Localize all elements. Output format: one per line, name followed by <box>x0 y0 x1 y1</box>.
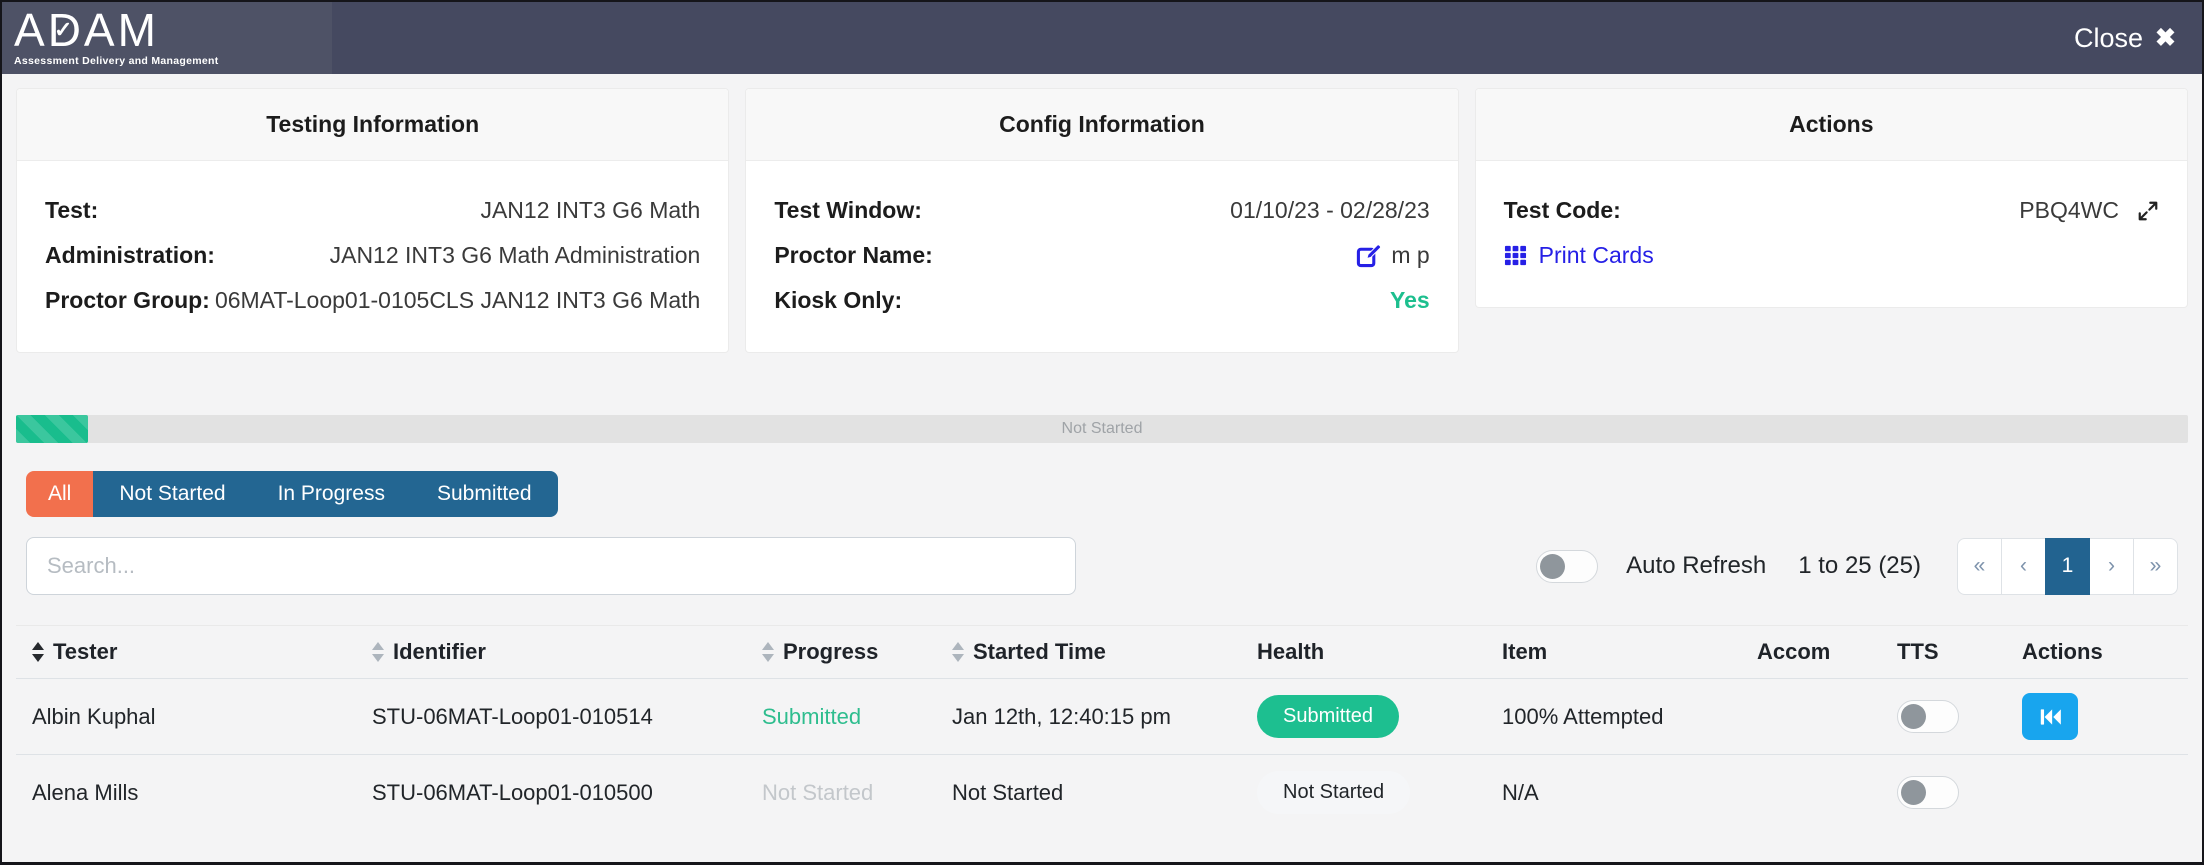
close-button[interactable]: Close ✖ <box>2074 23 2176 54</box>
test-code-value: PBQ4WC <box>2019 197 2119 224</box>
sort-icon-identifier[interactable] <box>372 642 384 662</box>
proctor-group-value: 06MAT-Loop01-0105CLS JAN12 INT3 G6 Math <box>215 287 700 314</box>
tts-toggle[interactable] <box>1897 776 1959 809</box>
tts-toggle[interactable] <box>1897 700 1959 733</box>
status-filter-tabs: All Not Started In Progress Submitted <box>26 471 558 517</box>
column-header-item: Item <box>1486 639 1741 665</box>
administration-value: JAN12 INT3 G6 Math Administration <box>330 242 701 269</box>
pagination: « ‹ 1 › » <box>1957 538 2178 595</box>
rewind-action-button[interactable] <box>2022 693 2078 740</box>
proctor-group-label: Proctor Group: <box>45 287 210 314</box>
pagination-page-1-button[interactable]: 1 <box>2045 538 2090 595</box>
pagination-range-label: 1 to 25 (25) <box>1798 552 1921 580</box>
table-row: Alena Mills STU-06MAT-Loop01-010500 Not … <box>16 754 2188 830</box>
administration-row: Administration: JAN12 INT3 G6 Math Admin… <box>45 242 700 269</box>
kiosk-only-label: Kiosk Only: <box>774 287 902 314</box>
test-window-value: 01/10/23 - 02/28/23 <box>1230 197 1430 224</box>
proctor-group-row: Proctor Group: 06MAT-Loop01-0105CLS JAN1… <box>45 287 700 314</box>
pagination-prev-button[interactable]: ‹ <box>2001 538 2046 595</box>
tab-all[interactable]: All <box>26 471 93 517</box>
adam-logo-title: AD✓AM <box>14 7 320 53</box>
adam-logo: AD✓AM Assessment Delivery and Management <box>2 2 332 74</box>
actions-card: Actions Test Code: PBQ4WC Print Cards <box>1475 88 2188 308</box>
actions-title: Actions <box>1476 89 2187 161</box>
logo-letter-a: A <box>14 4 48 56</box>
test-code-label: Test Code: <box>1504 197 1621 224</box>
health-badge: Not Started <box>1257 771 1410 814</box>
column-header-progress[interactable]: Progress <box>746 639 936 665</box>
started-time: Jan 12th, 12:40:15 pm <box>936 704 1241 730</box>
kiosk-only-row: Kiosk Only: Yes <box>774 287 1429 314</box>
progress-bar-label: Not Started <box>16 415 2188 443</box>
test-window-row: Test Window: 01/10/23 - 02/28/23 <box>774 197 1429 224</box>
tab-in-progress[interactable]: In Progress <box>252 471 411 517</box>
pagination-first-button[interactable]: « <box>1957 538 2002 595</box>
print-cards-row: Print Cards <box>1504 242 2159 269</box>
pagination-next-button[interactable]: › <box>2089 538 2134 595</box>
proctor-name-label: Proctor Name: <box>774 242 932 269</box>
table-row: Albin Kuphal STU-06MAT-Loop01-010514 Sub… <box>16 678 2188 754</box>
column-header-identifier[interactable]: Identifier <box>356 639 746 665</box>
status-progress-bar: Not Started <box>16 415 2188 443</box>
auto-refresh-label: Auto Refresh <box>1626 552 1766 580</box>
column-header-tester[interactable]: Tester <box>16 639 356 665</box>
column-header-tts: TTS <box>1881 639 2006 665</box>
proctor-name-row: Proctor Name: m p <box>774 242 1429 269</box>
logo-letter-d: D✓ <box>48 7 84 53</box>
tab-not-started[interactable]: Not Started <box>93 471 251 517</box>
pagination-last-button[interactable]: » <box>2133 538 2178 595</box>
sort-icon-progress[interactable] <box>762 642 774 662</box>
table-toolbar: Auto Refresh 1 to 25 (25) « ‹ 1 › » <box>26 537 2178 595</box>
adam-logo-subtitle: Assessment Delivery and Management <box>14 55 320 67</box>
tester-name: Alena Mills <box>16 780 356 806</box>
testing-information-title: Testing Information <box>17 89 728 161</box>
kiosk-only-value: Yes <box>1390 287 1430 314</box>
tester-name: Albin Kuphal <box>16 704 356 730</box>
testers-table: Tester Identifier Progress Started Time … <box>16 625 2188 830</box>
sort-icon-started-time[interactable] <box>952 642 964 662</box>
app-header: AD✓AM Assessment Delivery and Management… <box>2 2 2202 74</box>
column-header-actions: Actions <box>2006 639 2188 665</box>
column-header-started-time[interactable]: Started Time <box>936 639 1241 665</box>
item-progress: N/A <box>1486 780 1741 806</box>
column-header-accom: Accom <box>1741 639 1881 665</box>
print-cards-link[interactable]: Print Cards <box>1504 242 1654 269</box>
administration-label: Administration: <box>45 242 215 269</box>
close-label: Close <box>2074 23 2143 54</box>
progress-status: Not Started <box>746 780 936 806</box>
test-label: Test: <box>45 197 98 224</box>
close-x-icon: ✖ <box>2155 23 2176 53</box>
config-information-card: Config Information Test Window: 01/10/23… <box>745 88 1458 353</box>
table-header-row: Tester Identifier Progress Started Time … <box>16 626 2188 678</box>
item-progress: 100% Attempted <box>1486 704 1741 730</box>
test-row: Test: JAN12 INT3 G6 Math <box>45 197 700 224</box>
print-cards-label: Print Cards <box>1539 242 1654 269</box>
auto-refresh-toggle[interactable] <box>1536 550 1598 583</box>
info-cards-row: Testing Information Test: JAN12 INT3 G6 … <box>16 88 2188 353</box>
skip-backward-icon <box>2037 704 2063 730</box>
column-header-health: Health <box>1241 639 1486 665</box>
logo-check-icon: ✓ <box>54 7 75 53</box>
tester-identifier: STU-06MAT-Loop01-010514 <box>356 704 746 730</box>
test-value: JAN12 INT3 G6 Math <box>480 197 700 224</box>
progress-status: Submitted <box>746 704 936 730</box>
search-input[interactable] <box>26 537 1076 595</box>
tester-identifier: STU-06MAT-Loop01-010500 <box>356 780 746 806</box>
proctor-name-value: m p <box>1391 242 1429 269</box>
started-time: Not Started <box>936 780 1241 806</box>
test-code-row: Test Code: PBQ4WC <box>1504 197 2159 224</box>
tab-submitted[interactable]: Submitted <box>411 471 558 517</box>
config-information-title: Config Information <box>746 89 1457 161</box>
test-window-label: Test Window: <box>774 197 922 224</box>
expand-arrows-icon[interactable] <box>2137 200 2159 222</box>
testing-information-card: Testing Information Test: JAN12 INT3 G6 … <box>16 88 729 353</box>
logo-letters-am: AM <box>84 4 159 56</box>
edit-icon[interactable] <box>1356 243 1381 268</box>
sort-icon-tester[interactable] <box>32 642 44 662</box>
health-badge: Submitted <box>1257 695 1399 738</box>
grid-icon <box>1504 244 1527 267</box>
